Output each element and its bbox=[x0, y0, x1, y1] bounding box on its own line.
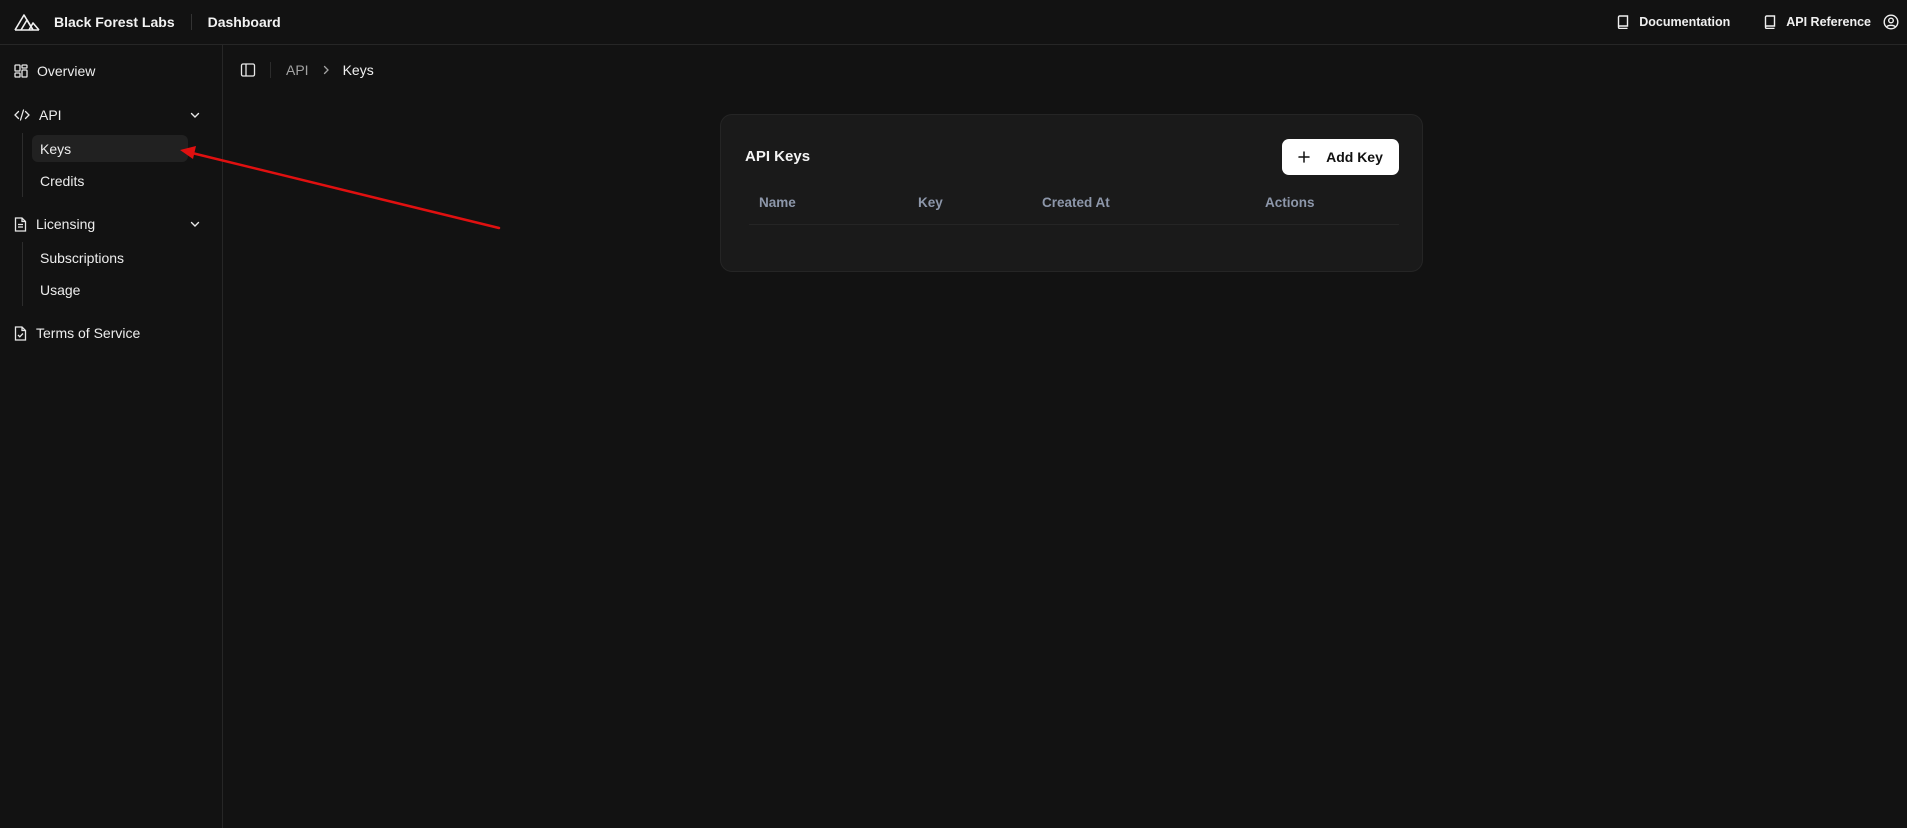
section-title[interactable]: Dashboard bbox=[208, 14, 281, 30]
sidebar-item-overview[interactable]: Overview bbox=[14, 59, 210, 83]
breadcrumb-api[interactable]: API bbox=[286, 62, 309, 78]
sidebar-item-label: API bbox=[39, 107, 62, 123]
api-reference-link[interactable]: API Reference bbox=[1764, 15, 1871, 29]
brand[interactable]: Black Forest Labs bbox=[14, 12, 175, 32]
add-key-button[interactable]: Add Key bbox=[1282, 139, 1399, 175]
breadcrumb-keys: Keys bbox=[342, 62, 374, 78]
sidebar-item-label: Usage bbox=[40, 281, 81, 298]
add-key-label: Add Key bbox=[1326, 149, 1383, 165]
chevron-right-icon bbox=[321, 65, 331, 75]
licensing-submenu: Subscriptions Usage bbox=[22, 242, 124, 306]
chevron-down-icon[interactable] bbox=[189, 109, 210, 121]
sidebar: Overview API Keys Credits Licensing Subs… bbox=[0, 45, 223, 828]
column-header-created-at[interactable]: Created At bbox=[1042, 181, 1110, 225]
book-icon bbox=[1764, 15, 1786, 29]
sidebar-item-licensing[interactable]: Licensing bbox=[14, 212, 210, 236]
sidebar-item-label: Licensing bbox=[36, 216, 96, 232]
sidebar-item-keys[interactable]: Keys bbox=[32, 135, 188, 162]
sidebar-item-label: Terms of Service bbox=[36, 325, 141, 341]
breadcrumb: API Keys bbox=[240, 60, 374, 80]
documentation-link-label: Documentation bbox=[1639, 15, 1731, 29]
api-submenu: Keys Credits bbox=[22, 133, 188, 197]
sidebar-item-label: Keys bbox=[40, 140, 72, 157]
sidebar-item-api[interactable]: API bbox=[14, 103, 210, 127]
column-header-name[interactable]: Name bbox=[759, 181, 796, 225]
documentation-link[interactable]: Documentation bbox=[1617, 15, 1730, 29]
code-icon bbox=[14, 109, 39, 121]
sidebar-item-usage[interactable]: Usage bbox=[32, 276, 188, 303]
sidebar-item-label: Subscriptions bbox=[40, 249, 125, 266]
sidebar-item-subscriptions[interactable]: Subscriptions bbox=[32, 244, 188, 271]
column-header-actions[interactable]: Actions bbox=[1265, 181, 1315, 225]
book-icon bbox=[1617, 15, 1639, 29]
sidebar-toggle-icon[interactable] bbox=[240, 62, 256, 78]
plus-icon bbox=[1298, 151, 1326, 163]
keys-table-header: Name Key Created At Actions bbox=[749, 181, 1399, 225]
dashboard-grid-icon bbox=[14, 64, 37, 78]
user-circle-icon[interactable] bbox=[1883, 14, 1899, 30]
sidebar-item-label: Credits bbox=[40, 172, 85, 189]
brand-divider bbox=[190, 14, 192, 30]
document-icon bbox=[14, 216, 36, 232]
card-title: API Keys bbox=[745, 148, 811, 165]
column-header-key[interactable]: Key bbox=[918, 181, 943, 225]
brand-name: Black Forest Labs bbox=[54, 14, 175, 30]
api-keys-card: API Keys Add Key Name Key Created At Act… bbox=[720, 114, 1423, 272]
document-check-icon bbox=[14, 325, 36, 341]
top-bar: Black Forest Labs Dashboard Documentatio… bbox=[0, 0, 1907, 45]
chevron-down-icon[interactable] bbox=[189, 218, 210, 230]
api-reference-link-label: API Reference bbox=[1786, 15, 1871, 29]
sidebar-item-terms[interactable]: Terms of Service bbox=[14, 321, 210, 345]
sidebar-item-credits[interactable]: Credits bbox=[32, 167, 188, 194]
top-right-links: Documentation API Reference bbox=[1583, 14, 1899, 30]
sidebar-item-label: Overview bbox=[37, 63, 96, 79]
bfl-logo-icon bbox=[14, 12, 40, 32]
breadcrumb-divider bbox=[270, 62, 271, 78]
